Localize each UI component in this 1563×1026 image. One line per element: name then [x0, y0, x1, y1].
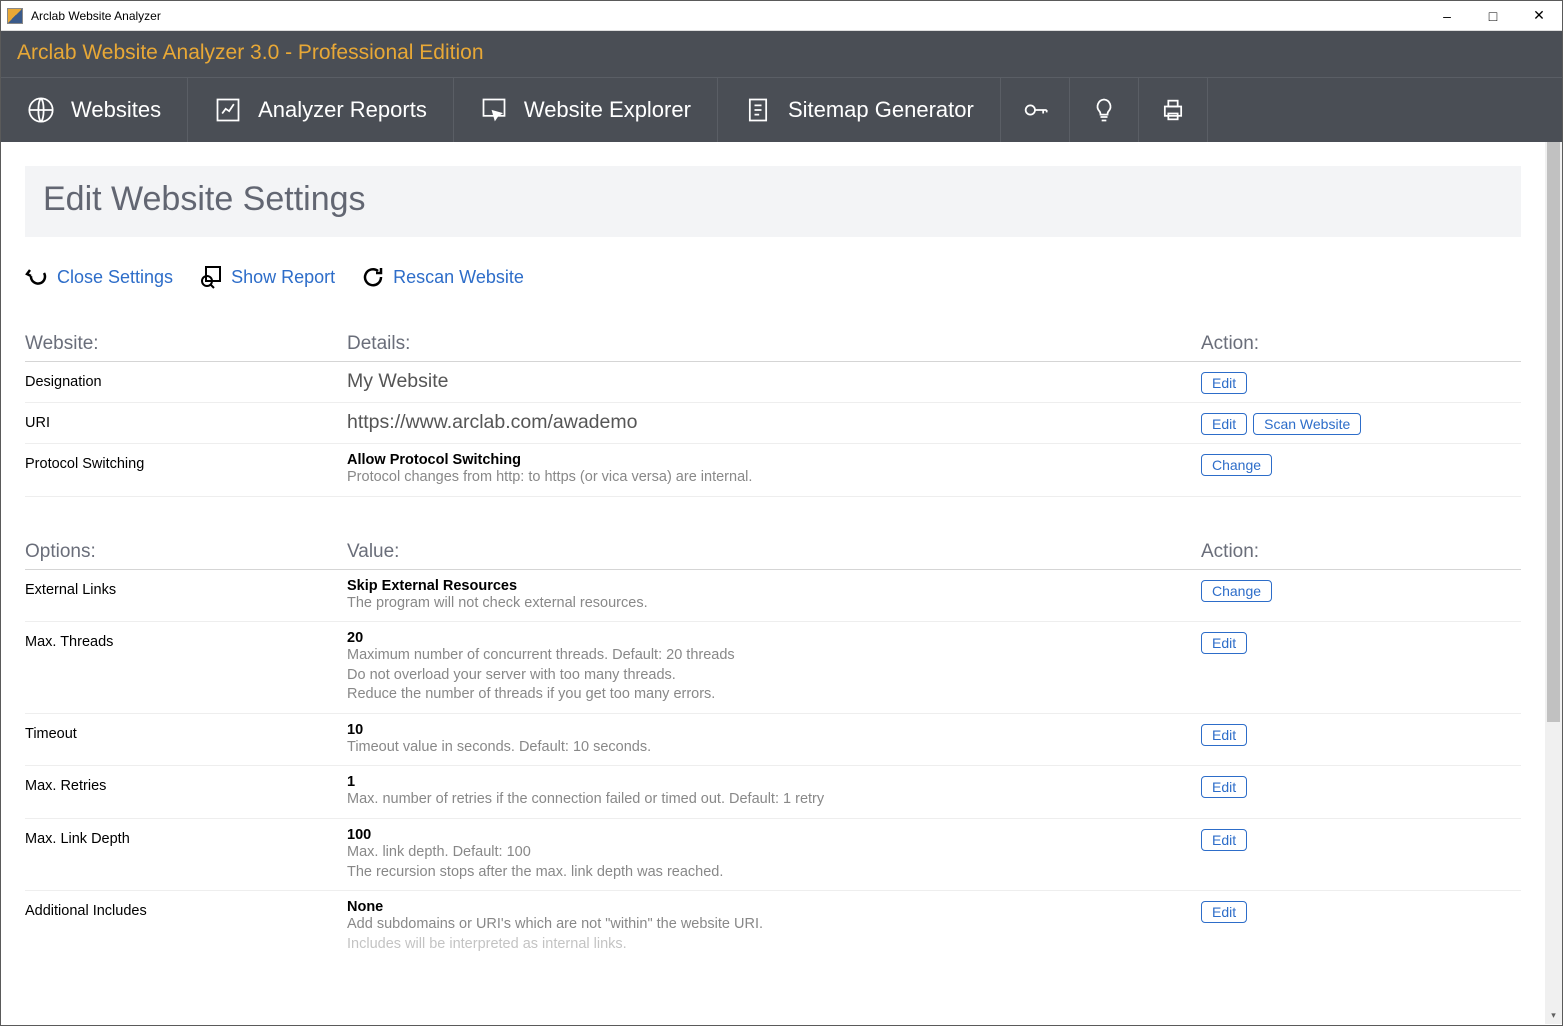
close-settings-label: Close Settings — [57, 267, 173, 288]
value-extlinks: Skip External Resources — [347, 578, 1201, 594]
label-threads: Max. Threads — [25, 630, 347, 650]
analyzer-reports-tab[interactable]: Analyzer Reports — [188, 78, 454, 142]
rescan-website-link[interactable]: Rescan Website — [361, 265, 524, 289]
row-designation: Designation My Website Edit — [25, 362, 1521, 403]
main-toolbar: Websites Analyzer Reports Website Explor… — [1, 77, 1562, 142]
document-icon — [744, 96, 772, 124]
label-uri: URI — [25, 411, 347, 431]
edit-depth-button[interactable]: Edit — [1201, 829, 1247, 851]
options-section-header: Options: Value: Action: — [25, 541, 1521, 570]
value-depth: 100 — [347, 827, 1201, 843]
scan-website-button[interactable]: Scan Website — [1253, 413, 1361, 435]
print-icon — [1159, 96, 1187, 124]
key-button[interactable] — [1001, 78, 1070, 142]
reports-label: Analyzer Reports — [258, 97, 427, 123]
label-timeout: Timeout — [25, 722, 347, 742]
key-icon — [1021, 96, 1049, 124]
globe-icon — [27, 96, 55, 124]
hint-button[interactable] — [1070, 78, 1139, 142]
label-extlinks: External Links — [25, 578, 347, 598]
explorer-label: Website Explorer — [524, 97, 691, 123]
label-protocol: Protocol Switching — [25, 452, 347, 472]
header-details: Details: — [347, 333, 1201, 355]
change-extlinks-button[interactable]: Change — [1201, 580, 1272, 602]
back-arrow-icon — [25, 265, 49, 289]
row-max-link-depth: Max. Link Depth 100 Max. link depth. Def… — [25, 819, 1521, 891]
websites-label: Websites — [71, 97, 161, 123]
change-protocol-button[interactable]: Change — [1201, 454, 1272, 476]
desc-includes-2: Includes will be interpreted as internal… — [347, 935, 1201, 955]
scrollbar-thumb[interactable] — [1547, 142, 1560, 722]
value-timeout: 10 — [347, 722, 1201, 738]
close-settings-link[interactable]: Close Settings — [25, 265, 173, 289]
desc-threads-1: Maximum number of concurrent threads. De… — [347, 646, 1201, 666]
edit-designation-button[interactable]: Edit — [1201, 372, 1247, 394]
sitemap-label: Sitemap Generator — [788, 97, 974, 123]
header-value: Value: — [347, 541, 1201, 563]
page-title-bar: Edit Website Settings — [25, 166, 1521, 237]
website-explorer-tab[interactable]: Website Explorer — [454, 78, 718, 142]
row-additional-includes: Additional Includes None Add subdomains … — [25, 891, 1521, 962]
websites-tab[interactable]: Websites — [1, 78, 188, 142]
row-protocol: Protocol Switching Allow Protocol Switch… — [25, 444, 1521, 497]
row-max-retries: Max. Retries 1 Max. number of retries if… — [25, 766, 1521, 819]
window-title: Arclab Website Analyzer — [31, 9, 1424, 23]
app-icon — [7, 8, 23, 24]
minimize-button[interactable]: – — [1424, 1, 1470, 30]
desc-depth-2: The recursion stops after the max. link … — [347, 863, 1201, 883]
value-includes: None — [347, 899, 1201, 915]
edit-threads-button[interactable]: Edit — [1201, 632, 1247, 654]
window-titlebar: Arclab Website Analyzer – □ ✕ — [1, 1, 1562, 31]
value-threads: 20 — [347, 630, 1201, 646]
show-report-link[interactable]: Show Report — [199, 265, 335, 289]
row-uri: URI https://www.arclab.com/awademo Edit … — [25, 403, 1521, 444]
maximize-button[interactable]: □ — [1470, 1, 1516, 30]
header-options: Options: — [25, 541, 347, 563]
edit-includes-button[interactable]: Edit — [1201, 901, 1247, 923]
website-section-header: Website: Details: Action: — [25, 333, 1521, 362]
desc-timeout: Timeout value in seconds. Default: 10 se… — [347, 738, 1201, 758]
lightbulb-icon — [1090, 96, 1118, 124]
header-action2: Action: — [1201, 541, 1521, 563]
label-designation: Designation — [25, 370, 347, 390]
refresh-icon — [361, 265, 385, 289]
row-timeout: Timeout 10 Timeout value in seconds. Def… — [25, 714, 1521, 767]
desc-includes-1: Add subdomains or URI's which are not "w… — [347, 915, 1201, 935]
report-search-icon — [199, 265, 223, 289]
value-uri: https://www.arclab.com/awademo — [347, 411, 1201, 434]
header-action: Action: — [1201, 333, 1521, 355]
rescan-label: Rescan Website — [393, 267, 524, 288]
label-depth: Max. Link Depth — [25, 827, 347, 847]
desc-threads-2: Do not overload your server with too man… — [347, 666, 1201, 686]
cursor-icon — [480, 96, 508, 124]
desc-depth-1: Max. link depth. Default: 100 — [347, 843, 1201, 863]
edit-timeout-button[interactable]: Edit — [1201, 724, 1247, 746]
value-protocol: Allow Protocol Switching — [347, 452, 1201, 468]
page-title: Edit Website Settings — [43, 180, 1503, 219]
desc-retries: Max. number of retries if the connection… — [347, 790, 1201, 810]
close-button[interactable]: ✕ — [1516, 1, 1562, 30]
print-button[interactable] — [1139, 78, 1208, 142]
edit-uri-button[interactable]: Edit — [1201, 413, 1247, 435]
sitemap-generator-tab[interactable]: Sitemap Generator — [718, 78, 1001, 142]
main-content: Edit Website Settings Close Settings Sho… — [1, 142, 1545, 1024]
row-external-links: External Links Skip External Resources T… — [25, 570, 1521, 623]
value-designation: My Website — [347, 370, 1201, 393]
header-website: Website: — [25, 333, 347, 355]
label-retries: Max. Retries — [25, 774, 347, 794]
desc-threads-3: Reduce the number of threads if you get … — [347, 685, 1201, 705]
app-subheader: Arclab Website Analyzer 3.0 - Profession… — [1, 31, 1562, 77]
desc-extlinks: The program will not check external reso… — [347, 594, 1201, 614]
show-report-label: Show Report — [231, 267, 335, 288]
scrollbar-down-arrow[interactable]: ▾ — [1545, 1007, 1562, 1024]
value-retries: 1 — [347, 774, 1201, 790]
vertical-scrollbar[interactable]: ▾ — [1545, 142, 1562, 1024]
desc-protocol: Protocol changes from http: to https (or… — [347, 468, 1201, 488]
page-actions: Close Settings Show Report Rescan Websit… — [25, 265, 1521, 289]
row-max-threads: Max. Threads 20 Maximum number of concur… — [25, 622, 1521, 714]
chart-icon — [214, 96, 242, 124]
label-includes: Additional Includes — [25, 899, 347, 919]
edit-retries-button[interactable]: Edit — [1201, 776, 1247, 798]
